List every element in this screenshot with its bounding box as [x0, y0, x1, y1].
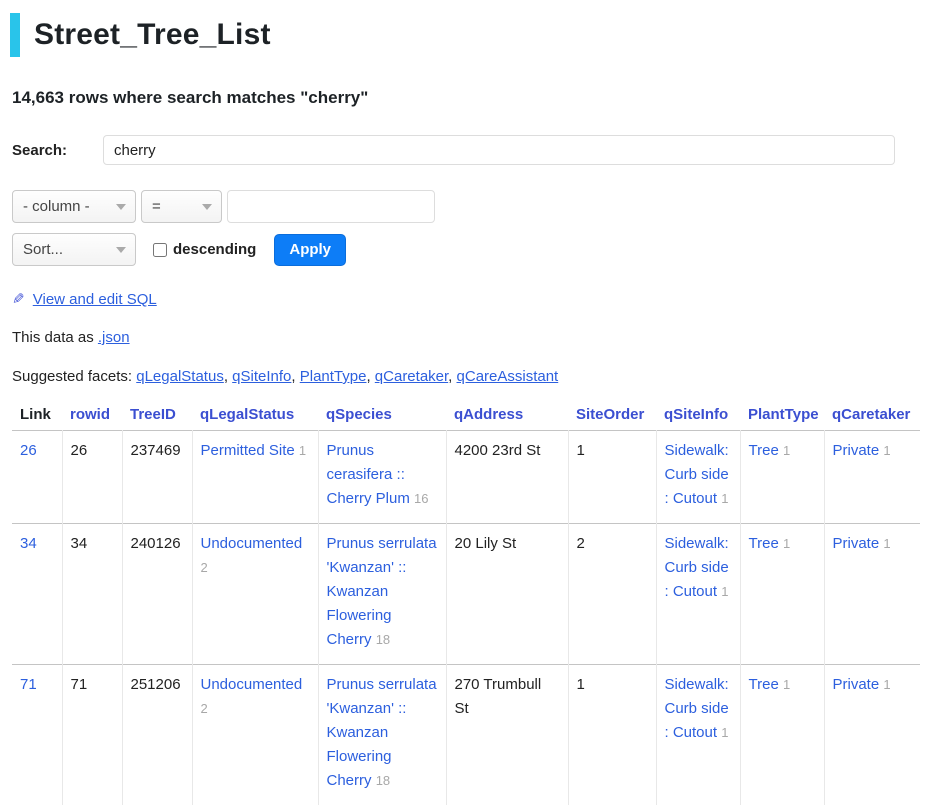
results-table: Link rowid TreeID qLegalStatus qSpecies … [12, 401, 920, 805]
qcaretaker-link[interactable]: Private [833, 442, 880, 459]
qlegalstatus-link[interactable]: Undocumented [201, 535, 303, 552]
filter-row: - column - = [12, 190, 940, 223]
column-header-qspecies[interactable]: qSpecies [326, 406, 392, 423]
search-form: Search: [12, 135, 895, 165]
planttype-link[interactable]: Tree [749, 442, 779, 459]
rowid-cell: 26 [62, 431, 122, 524]
facet-separator: , [366, 368, 374, 385]
facet-count: 1 [883, 443, 890, 458]
view-edit-sql-link[interactable]: View and edit SQL [33, 291, 157, 308]
column-header-link: Link [12, 401, 62, 431]
page-title: Street_Tree_List [10, 13, 940, 57]
table-row: 71 71 251206 Undocumented 2 Prunus serru… [12, 665, 920, 805]
sort-select[interactable]: Sort... [12, 233, 136, 266]
facet-link-qcareassistant[interactable]: qCareAssistant [457, 368, 559, 385]
column-header-planttype[interactable]: PlantType [748, 406, 819, 423]
treeid-cell: 240126 [122, 524, 192, 665]
table-header-row: Link rowid TreeID qLegalStatus qSpecies … [12, 401, 920, 431]
qsiteinfo-link[interactable]: Sidewalk: Curb side : Cutout [665, 442, 729, 507]
column-header-treeid[interactable]: TreeID [130, 406, 176, 423]
siteorder-cell: 1 [568, 665, 656, 805]
qcaretaker-link[interactable]: Private [833, 535, 880, 552]
qspecies-link[interactable]: Prunus cerasifera :: Cherry Plum [327, 442, 410, 507]
column-header-qlegalstatus[interactable]: qLegalStatus [200, 406, 294, 423]
qcaretaker-link[interactable]: Private [833, 676, 880, 693]
facet-count: 1 [783, 677, 790, 692]
qaddress-cell: 20 Lily St [446, 524, 568, 665]
treeid-cell: 251206 [122, 665, 192, 805]
row-link[interactable]: 26 [20, 442, 37, 459]
facet-count: 1 [883, 677, 890, 692]
facet-count: 2 [201, 701, 208, 716]
column-header-siteorder[interactable]: SiteOrder [576, 406, 644, 423]
facet-link-qsiteinfo[interactable]: qSiteInfo [232, 368, 291, 385]
facets-prefix: Suggested facets: [12, 368, 136, 385]
suggested-facets: Suggested facets: qLegalStatus, qSiteInf… [12, 368, 940, 385]
facet-link-qcaretaker[interactable]: qCaretaker [375, 368, 448, 385]
facet-count: 1 [299, 443, 306, 458]
column-header-qsiteinfo[interactable]: qSiteInfo [664, 406, 728, 423]
column-header-qcaretaker[interactable]: qCaretaker [832, 406, 910, 423]
treeid-cell: 237469 [122, 431, 192, 524]
planttype-link[interactable]: Tree [749, 676, 779, 693]
pencil-icon: ✎ [12, 290, 25, 308]
facet-count: 1 [883, 536, 890, 551]
rowid-cell: 71 [62, 665, 122, 805]
facet-count: 2 [201, 560, 208, 575]
facet-count: 1 [721, 491, 728, 506]
table-row: 26 26 237469 Permitted Site 1 Prunus cer… [12, 431, 920, 524]
row-link[interactable]: 71 [20, 676, 37, 693]
facet-count: 18 [376, 773, 390, 788]
filter-value-input[interactable] [227, 190, 435, 223]
data-as-prefix: This data as [12, 329, 98, 346]
facet-count: 1 [783, 536, 790, 551]
operator-select[interactable]: = [141, 190, 222, 223]
facet-separator: , [448, 368, 456, 385]
search-label: Search: [12, 142, 103, 159]
siteorder-cell: 1 [568, 431, 656, 524]
search-input[interactable] [103, 135, 895, 165]
facet-separator: , [291, 368, 299, 385]
sort-row: Sort... descending Apply [12, 233, 940, 266]
descending-checkbox[interactable] [153, 243, 167, 257]
row-count-summary: 14,663 rows where search matches "cherry… [12, 88, 928, 108]
facet-separator: , [224, 368, 232, 385]
qlegalstatus-link[interactable]: Undocumented [201, 676, 303, 693]
column-header-qaddress[interactable]: qAddress [454, 406, 523, 423]
table-row: 34 34 240126 Undocumented 2 Prunus serru… [12, 524, 920, 665]
apply-button[interactable]: Apply [274, 234, 346, 266]
json-link[interactable]: .json [98, 329, 130, 346]
column-header-rowid[interactable]: rowid [70, 406, 110, 423]
column-select[interactable]: - column - [12, 190, 136, 223]
facet-count: 18 [376, 632, 390, 647]
facet-count: 1 [721, 584, 728, 599]
facet-link-qlegalstatus[interactable]: qLegalStatus [136, 368, 224, 385]
qaddress-cell: 270 Trumbull St [446, 665, 568, 805]
rowid-cell: 34 [62, 524, 122, 665]
facet-count: 1 [783, 443, 790, 458]
row-link[interactable]: 34 [20, 535, 37, 552]
planttype-link[interactable]: Tree [749, 535, 779, 552]
facet-link-planttype[interactable]: PlantType [300, 368, 367, 385]
facet-count: 16 [414, 491, 428, 506]
qlegalstatus-link[interactable]: Permitted Site [201, 442, 295, 459]
siteorder-cell: 2 [568, 524, 656, 665]
facet-count: 1 [721, 725, 728, 740]
qsiteinfo-link[interactable]: Sidewalk: Curb side : Cutout [665, 535, 729, 600]
descending-label: descending [173, 241, 256, 258]
qsiteinfo-link[interactable]: Sidewalk: Curb side : Cutout [665, 676, 729, 741]
qaddress-cell: 4200 23rd St [446, 431, 568, 524]
